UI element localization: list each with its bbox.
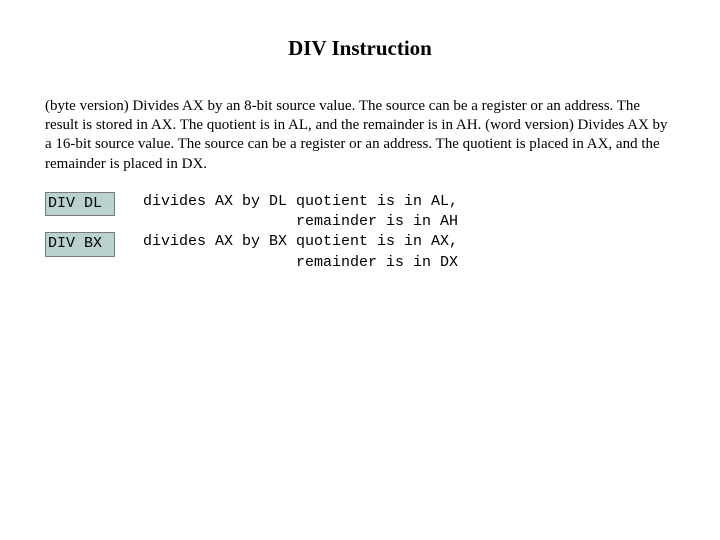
example-row: DIV BX divides AX by BX quotient is in A… xyxy=(45,232,675,273)
explain-cell: divides AX by DL quotient is in AL, rema… xyxy=(143,192,458,233)
example-row: DIV DL divides AX by DL quotient is in A… xyxy=(45,192,675,233)
description-text: (byte version) Divides AX by an 8-bit so… xyxy=(45,97,675,174)
explain-cell: divides AX by BX quotient is in AX, rema… xyxy=(143,232,458,273)
command-cell: DIV BX xyxy=(45,232,115,256)
example-block: DIV DL divides AX by DL quotient is in A… xyxy=(45,192,675,273)
slide-page: DIV Instruction (byte version) Divides A… xyxy=(0,0,720,273)
command-cell: DIV DL xyxy=(45,192,115,216)
page-title: DIV Instruction xyxy=(45,36,675,61)
